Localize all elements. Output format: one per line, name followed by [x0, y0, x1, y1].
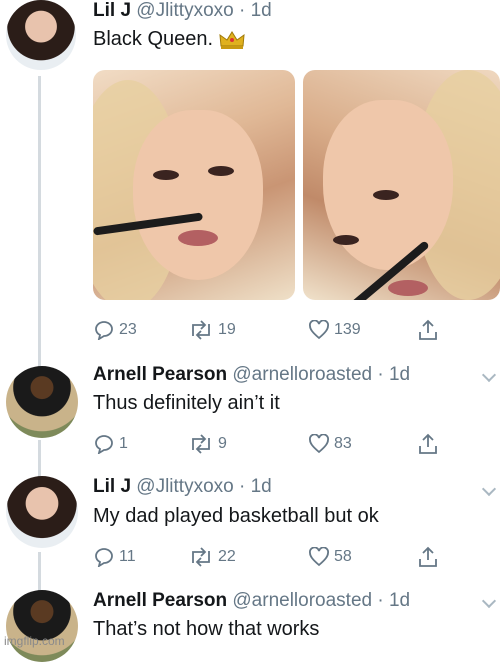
tweet-text: That’s not how that works — [93, 618, 320, 640]
tweet-text: Thus definitely ain’t it — [93, 392, 280, 414]
like-count: 58 — [334, 548, 352, 565]
crown-icon — [219, 30, 245, 50]
retweet-button[interactable]: 22 — [188, 544, 236, 570]
author-name[interactable]: Arnell Pearson — [93, 364, 227, 385]
separator-dot: · — [377, 590, 384, 611]
tweet[interactable]: Lil J @Jlittyxoxo · 1d Black Queen. 23 1 — [0, 0, 500, 350]
author-handle[interactable]: @Jlittyxoxo — [136, 476, 233, 497]
avatar[interactable] — [6, 0, 76, 70]
reply-count: 11 — [119, 548, 136, 565]
tweet-actions: 11 22 58 — [93, 544, 453, 570]
retweet-button[interactable]: 9 — [188, 431, 227, 457]
tweet-text: My dad played basketball but ok — [93, 505, 379, 527]
retweet-icon — [188, 434, 214, 454]
author-handle[interactable]: @arnelloroasted — [232, 364, 372, 385]
chevron-down-icon[interactable] — [481, 481, 497, 497]
timestamp[interactable]: 1d — [251, 0, 272, 21]
reply-count: 23 — [119, 321, 137, 338]
share-icon — [418, 433, 438, 455]
tweet-photo[interactable] — [93, 70, 295, 300]
like-button[interactable]: 58 — [308, 544, 352, 570]
retweet-count: 22 — [218, 548, 236, 565]
tweet[interactable]: Arnell Pearson @arnelloroasted · 1d Thus… — [0, 358, 500, 468]
share-button[interactable] — [418, 431, 438, 457]
share-button[interactable] — [418, 317, 438, 343]
tweet-actions: 1 9 83 — [93, 431, 453, 457]
heart-icon — [308, 434, 330, 454]
retweet-button[interactable]: 19 — [188, 317, 236, 343]
share-button[interactable] — [418, 544, 438, 570]
lips-shape — [178, 230, 218, 246]
like-count: 83 — [334, 435, 352, 452]
reply-count: 1 — [119, 435, 128, 452]
eye-shape — [153, 170, 179, 180]
share-icon — [418, 319, 438, 341]
chevron-down-icon[interactable] — [481, 367, 497, 383]
tweet[interactable]: Arnell Pearson @arnelloroasted · 1d That… — [0, 584, 500, 662]
retweet-count: 9 — [218, 435, 227, 452]
tweet-header: Lil J @Jlittyxoxo · 1d — [93, 0, 272, 22]
watermark: imgflip.com — [4, 634, 65, 648]
reply-button[interactable]: 23 — [93, 317, 137, 343]
heart-icon — [308, 320, 330, 340]
reply-icon — [93, 434, 115, 454]
avatar[interactable] — [6, 476, 78, 548]
retweet-count: 19 — [218, 321, 236, 338]
separator-dot: · — [239, 0, 246, 21]
avatar[interactable] — [6, 590, 78, 662]
share-icon — [418, 546, 438, 568]
separator-dot: · — [377, 364, 384, 385]
author-handle[interactable]: @arnelloroasted — [232, 590, 372, 611]
eye-shape — [208, 166, 234, 176]
eye-shape — [333, 235, 359, 245]
author-name[interactable]: Arnell Pearson — [93, 590, 227, 611]
retweet-icon — [188, 320, 214, 340]
like-button[interactable]: 83 — [308, 431, 352, 457]
reply-icon — [93, 547, 115, 567]
retweet-icon — [188, 547, 214, 567]
heart-icon — [308, 547, 330, 567]
author-name[interactable]: Lil J — [93, 476, 131, 497]
tweet-header: Arnell Pearson @arnelloroasted · 1d — [93, 364, 410, 386]
like-button[interactable]: 139 — [308, 317, 361, 343]
like-count: 139 — [334, 321, 361, 338]
avatar[interactable] — [6, 366, 78, 438]
tweet-header: Arnell Pearson @arnelloroasted · 1d — [93, 590, 410, 612]
tweet-header: Lil J @Jlittyxoxo · 1d — [93, 476, 272, 498]
author-handle[interactable]: @Jlittyxoxo — [136, 0, 233, 21]
separator-dot: · — [239, 476, 246, 497]
timestamp[interactable]: 1d — [389, 590, 410, 611]
tweet-text-body: Black Queen. — [93, 28, 214, 50]
timestamp[interactable]: 1d — [389, 364, 410, 385]
chevron-down-icon[interactable] — [481, 593, 497, 609]
tweet-actions: 23 19 139 — [93, 317, 453, 343]
reply-button[interactable]: 11 — [93, 544, 136, 570]
timestamp[interactable]: 1d — [251, 476, 272, 497]
tweet-photo[interactable] — [303, 70, 500, 300]
author-name[interactable]: Lil J — [93, 0, 131, 21]
face-shape — [133, 110, 263, 280]
reply-button[interactable]: 1 — [93, 431, 128, 457]
eye-shape — [373, 190, 399, 200]
lips-shape — [388, 280, 428, 296]
tweet[interactable]: Lil J @Jlittyxoxo · 1d My dad played bas… — [0, 472, 500, 582]
tweet-text: Black Queen. — [93, 28, 245, 51]
reply-icon — [93, 320, 115, 340]
